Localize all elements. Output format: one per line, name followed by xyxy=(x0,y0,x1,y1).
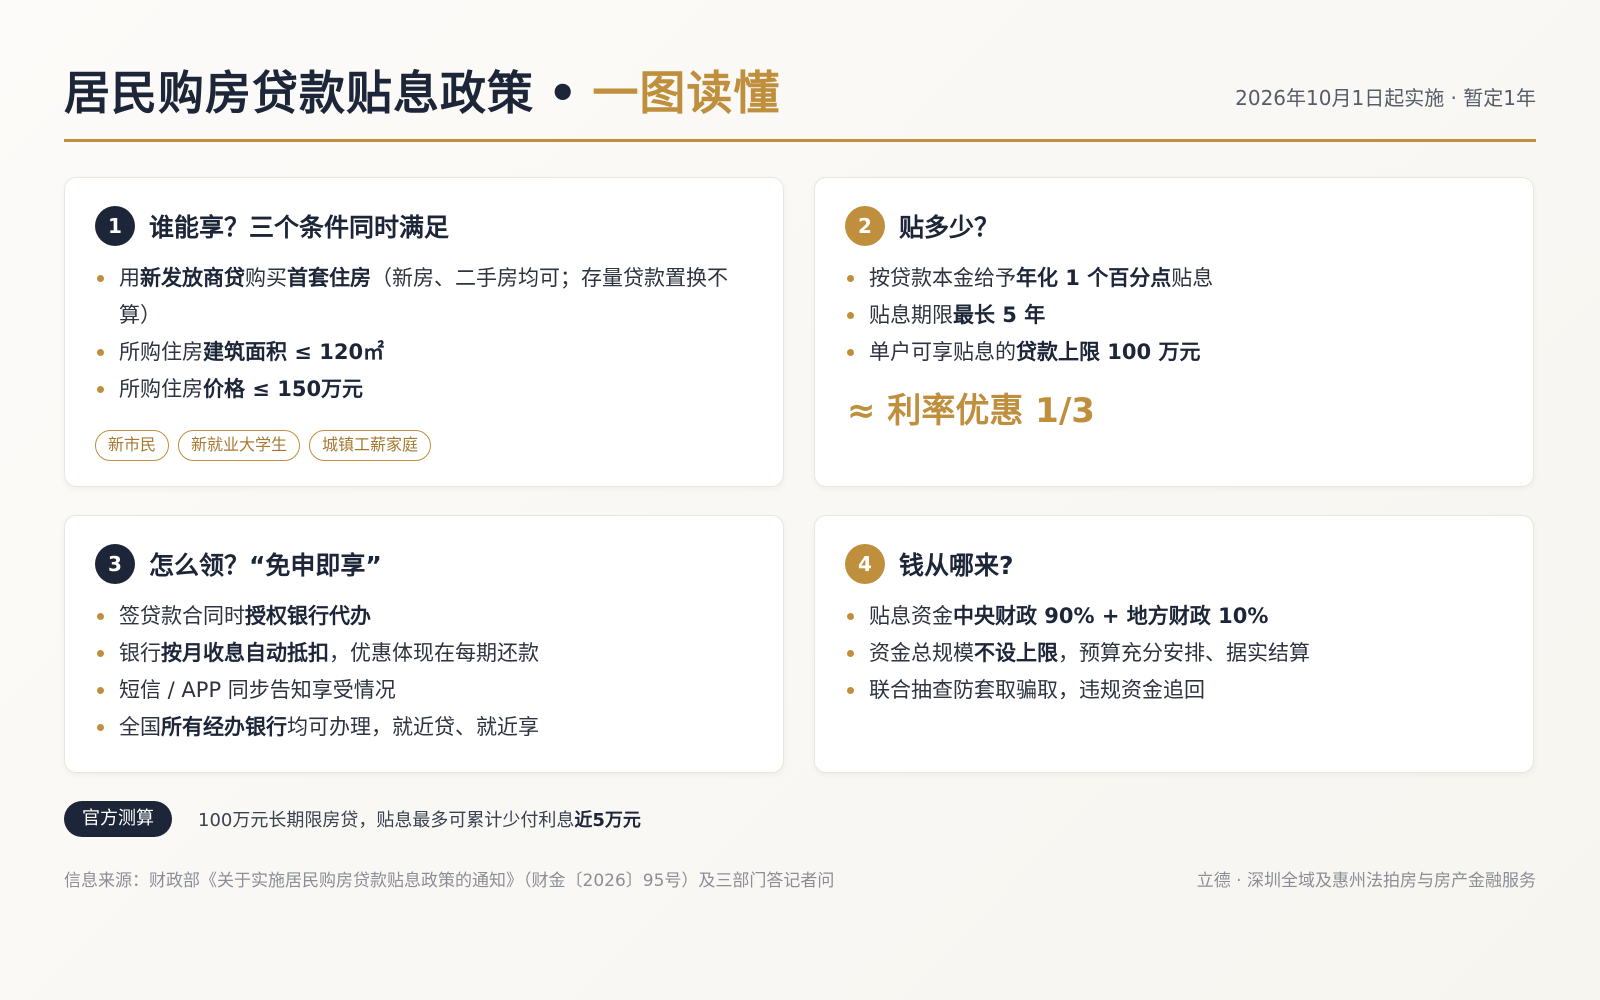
card-subsidy-amount: 2 贴多少？ 按贷款本金给予年化 1 个百分点贴息 贴息期限最长 5 年 单户可… xyxy=(814,177,1534,487)
card-title: 贴多少？ xyxy=(899,213,1000,242)
rate-highlight: ≈ 利率优惠 1/3 xyxy=(847,391,1095,431)
card-header: 2 贴多少？ xyxy=(845,206,999,246)
card-eligibility: 1 谁能享？三个条件同时满足 用新发放商贷购买首套住房（新房、二手房均可；存量贷… xyxy=(64,177,784,487)
card-title: 怎么领？“免申即享” xyxy=(149,551,382,580)
brand-note: 立德 · 深圳全域及惠州法拍房与房产金融服务 xyxy=(1196,871,1536,891)
card-header: 1 谁能享？三个条件同时满足 xyxy=(95,206,449,246)
list-item: 全国所有经办银行均可办理，就近贷、就近享 xyxy=(95,709,755,746)
step-number-badge: 3 xyxy=(95,544,135,584)
card-title: 钱从哪来? xyxy=(899,551,1014,580)
card-funding-source: 4 钱从哪来? 贴息资金中央财政 90% + 地方财政 10% 资金总规模不设上… xyxy=(814,515,1534,773)
header: 居民购房贷款贴息政策 • 一图读懂 2026年10月1日起实施 · 暂定1年 xyxy=(64,58,1536,142)
list-item: 贴息期限最长 5 年 xyxy=(845,297,1505,334)
step-number-badge: 2 xyxy=(845,206,885,246)
list-item: 所购住房建筑面积 ≤ 120㎡ xyxy=(95,334,755,371)
tag-salaried-family: 城镇工薪家庭 xyxy=(309,430,432,461)
official-estimate: 官方测算 100万元长期限房贷，贴息最多可累计少付利息近5万元 xyxy=(64,801,641,837)
title-accent: 一图读懂 xyxy=(592,66,781,120)
card-header: 3 怎么领？“免申即享” xyxy=(95,544,382,584)
list-item: 贴息资金中央财政 90% + 地方财政 10% xyxy=(845,598,1505,635)
step-number-badge: 1 xyxy=(95,206,135,246)
step-number-badge: 4 xyxy=(845,544,885,584)
infographic-page: 居民购房贷款贴息政策 • 一图读懂 2026年10月1日起实施 · 暂定1年 1 谁… xyxy=(0,0,1600,1000)
title-dot: • xyxy=(548,66,579,120)
source-note: 信息来源：财政部《关于实施居民购房贷款贴息政策的通知》（财金〔2026〕95号）… xyxy=(64,871,835,891)
list-item: 所购住房价格 ≤ 150万元 xyxy=(95,371,755,408)
card-title: 谁能享？三个条件同时满足 xyxy=(149,213,450,242)
list-item: 银行按月收息自动抵扣，优惠体现在每期还款 xyxy=(95,635,755,672)
condition-list: 用新发放商贷购买首套住房（新房、二手房均可；存量贷款置换不算） 所购住房建筑面积… xyxy=(95,260,755,408)
subsidy-list: 按贷款本金给予年化 1 个百分点贴息 贴息期限最长 5 年 单户可享贴息的贷款上… xyxy=(845,260,1505,371)
list-item: 短信 / APP 同步告知享受情况 xyxy=(95,672,755,709)
tag-new-citizen: 新市民 xyxy=(95,430,170,461)
list-item: 按贷款本金给予年化 1 个百分点贴息 xyxy=(845,260,1505,297)
list-item: 用新发放商贷购买首套住房（新房、二手房均可；存量贷款置换不算） xyxy=(95,260,755,334)
tag-new-graduate: 新就业大学生 xyxy=(178,430,301,461)
list-item: 资金总规模不设上限，预算充分安排、据实结算 xyxy=(845,635,1505,672)
list-item: 联合抽查防套取骗取，违规资金追回 xyxy=(845,672,1505,709)
effective-date: 2026年10月1日起实施 · 暂定1年 xyxy=(1235,86,1536,110)
estimate-badge: 官方测算 xyxy=(64,801,172,837)
claim-list: 签贷款合同时授权银行代办 银行按月收息自动抵扣，优惠体现在每期还款 短信 / A… xyxy=(95,598,755,746)
funding-list: 贴息资金中央财政 90% + 地方财政 10% 资金总规模不设上限，预算充分安排… xyxy=(845,598,1505,709)
card-header: 4 钱从哪来? xyxy=(845,544,1014,584)
page-title: 居民购房贷款贴息政策 • 一图读懂 xyxy=(64,58,780,128)
list-item: 签贷款合同时授权银行代办 xyxy=(95,598,755,635)
card-how-to-claim: 3 怎么领？“免申即享” 签贷款合同时授权银行代办 银行按月收息自动抵扣，优惠体… xyxy=(64,515,784,773)
target-group-tags: 新市民 新就业大学生 城镇工薪家庭 xyxy=(95,430,432,461)
estimate-text: 100万元长期限房贷，贴息最多可累计少付利息近5万元 xyxy=(198,810,641,831)
list-item: 单户可享贴息的贷款上限 100 万元 xyxy=(845,334,1505,371)
title-main: 居民购房贷款贴息政策 xyxy=(64,66,534,120)
